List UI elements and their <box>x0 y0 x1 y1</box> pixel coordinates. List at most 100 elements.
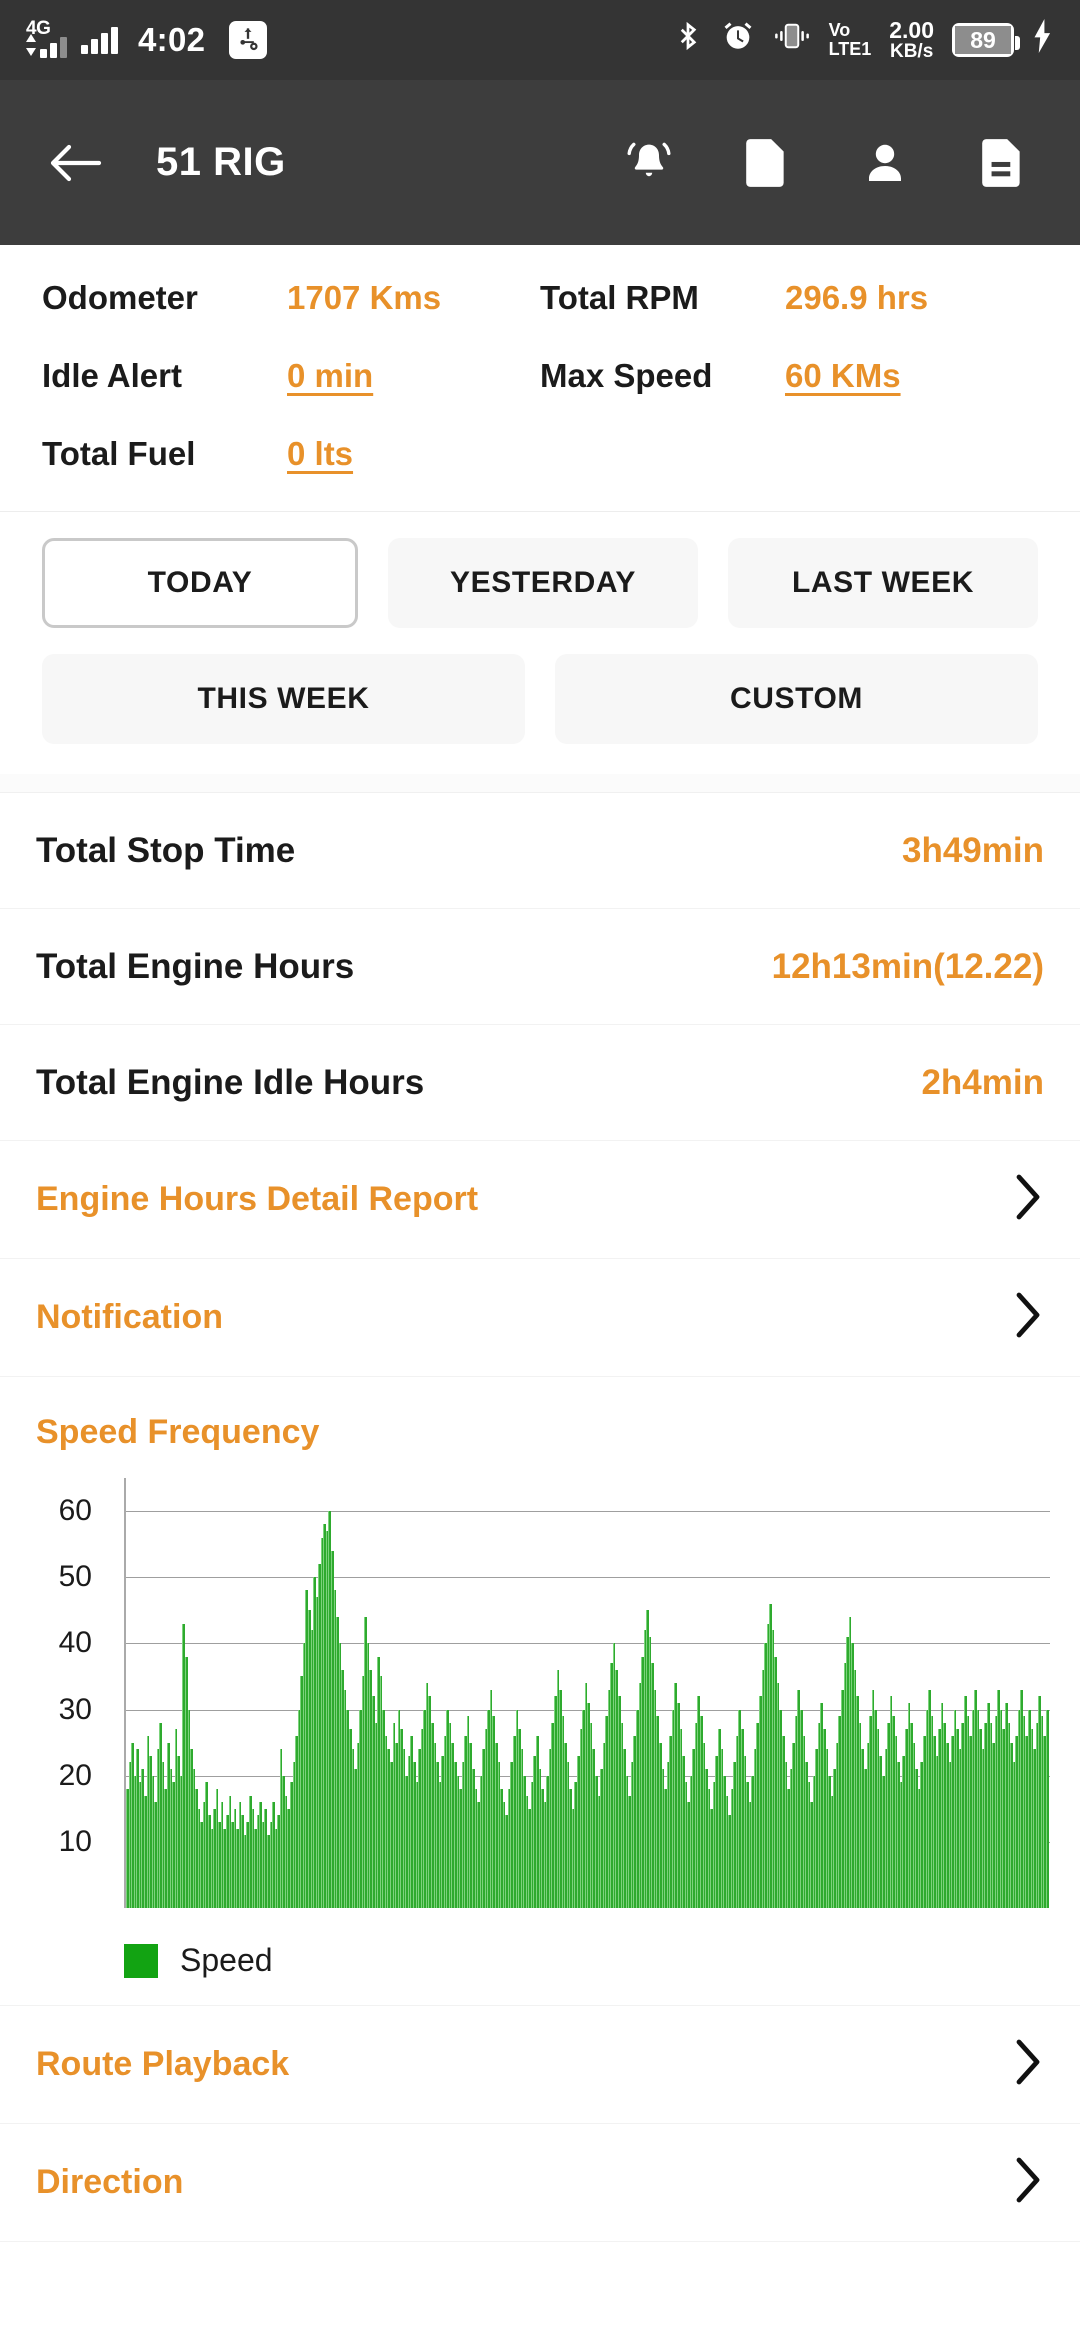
summary-label: Total Stop Time <box>36 830 296 870</box>
stat-value: 1707 Kms <box>287 279 442 316</box>
stat-max-speed[interactable]: Max Speed 60 KMs <box>540 357 1038 395</box>
data-rate-indicator: 2.00 KB/s <box>889 17 934 62</box>
stats-row: Idle Alert 0 min Max Speed 60 KMs <box>42 357 1038 395</box>
chart-y-tick: 20 <box>58 1758 92 1792</box>
summary-value: 2h4min <box>921 1062 1044 1102</box>
chart-bar <box>1045 1709 1049 1908</box>
legend-label-speed: Speed <box>180 1942 273 1978</box>
period-button-this-week[interactable]: THIS WEEK <box>42 654 525 744</box>
back-arrow-icon[interactable] <box>38 126 112 200</box>
bluetooth-icon <box>673 18 703 62</box>
legend-swatch-speed <box>124 1943 158 1978</box>
summary-list: Total Stop Time 3h49min Total Engine Hou… <box>0 792 1080 1141</box>
vibrate-icon <box>773 21 811 59</box>
signal2-bar-2 <box>91 38 98 54</box>
period-button-today[interactable]: TODAY <box>42 538 358 628</box>
signal2-bar-3 <box>101 32 108 54</box>
chevron-right-icon <box>1014 1173 1044 1226</box>
volte-line-1: Vo <box>828 20 851 41</box>
stat-total-rpm: Total RPM 296.9 hrs <box>540 279 1038 317</box>
signal-bar-3 <box>60 37 67 58</box>
charging-bolt-icon <box>1032 19 1054 61</box>
stats-row: Total Fuel 0 lts <box>42 435 1038 473</box>
link-row-notification[interactable]: Notification <box>0 1259 1080 1377</box>
link-label: Engine Hours Detail Report <box>36 1180 479 1218</box>
cellular-signal-icon-2 <box>81 26 118 54</box>
signal2-bar-4 <box>111 26 118 54</box>
period-selector: TODAY YESTERDAY LAST WEEK THIS WEEK CUST… <box>0 512 1080 774</box>
chart-plot <box>124 1478 1050 1908</box>
summary-label: Total Engine Idle Hours <box>36 1062 425 1102</box>
document-icon[interactable] <box>736 132 798 194</box>
stat-label: Total Fuel <box>42 435 196 472</box>
summary-row-total-engine-idle-hours: Total Engine Idle Hours 2h4min <box>0 1025 1080 1141</box>
link-row-route-playback[interactable]: Route Playback <box>0 2006 1080 2124</box>
chart-y-tick: 40 <box>58 1626 92 1660</box>
chart-y-tick: 50 <box>58 1560 92 1594</box>
link-label: Notification <box>36 1298 223 1336</box>
notification-bell-icon[interactable] <box>618 132 680 194</box>
stat-value[interactable]: 0 lts <box>287 435 353 473</box>
stat-label: Odometer <box>42 279 198 316</box>
signal-bar-2 <box>50 43 57 58</box>
stat-total-fuel[interactable]: Total Fuel 0 lts <box>42 435 540 473</box>
period-button-last-week[interactable]: LAST WEEK <box>728 538 1038 628</box>
volte-line-2: LTE1 <box>828 39 872 59</box>
page-title: 51 RIG <box>156 140 286 184</box>
person-icon[interactable] <box>854 132 916 194</box>
stat-label: Idle Alert <box>42 357 182 394</box>
chart-y-tick: 10 <box>58 1824 92 1858</box>
battery-icon: 89 <box>952 23 1020 57</box>
period-row-2: THIS WEEK CUSTOM <box>42 654 1038 744</box>
chart-area: 10 20 30 40 50 60 <box>30 1478 1050 1908</box>
stat-value[interactable]: 60 KMs <box>785 357 901 395</box>
stat-odometer: Odometer 1707 Kms <box>42 279 540 317</box>
section-gap <box>0 774 1080 792</box>
chevron-right-icon <box>1014 2156 1044 2209</box>
status-bar-clock: 4:02 <box>138 21 206 58</box>
link-label: Route Playback <box>36 2045 290 2083</box>
chevron-right-icon <box>1014 1291 1044 1344</box>
cellular-signal-icon: 4G <box>26 18 67 58</box>
signal2-bar-1 <box>81 44 88 54</box>
stat-empty <box>540 435 1038 473</box>
summary-value: 12h13min(12.22) <box>771 946 1044 986</box>
period-button-yesterday[interactable]: YESTERDAY <box>388 538 698 628</box>
speed-frequency-chart-block: Speed Frequency 10 20 30 40 50 60 Speed <box>0 1377 1080 2006</box>
summary-label: Total Engine Hours <box>36 946 355 986</box>
data-rate-unit: KB/s <box>889 41 934 62</box>
stats-row: Odometer 1707 Kms Total RPM 296.9 hrs <box>42 279 1038 317</box>
link-row-direction[interactable]: Direction <box>0 2124 1080 2242</box>
data-rate-value: 2.00 <box>889 17 934 43</box>
chart-bars <box>126 1478 1050 1908</box>
battery-level-label: 89 <box>955 26 1011 54</box>
summary-row-total-stop-time: Total Stop Time 3h49min <box>0 793 1080 909</box>
app-bar-actions <box>618 132 1042 194</box>
report-document-icon[interactable] <box>972 132 1034 194</box>
chart-legend: Speed <box>0 1908 1080 1979</box>
chart-y-tick: 60 <box>58 1494 92 1528</box>
stat-value: 296.9 hrs <box>785 279 929 316</box>
summary-value: 3h49min <box>902 830 1044 870</box>
chevron-right-icon <box>1014 2038 1044 2091</box>
period-button-custom[interactable]: CUSTOM <box>555 654 1038 744</box>
summary-row-total-engine-hours: Total Engine Hours 12h13min(12.22) <box>0 909 1080 1025</box>
stat-idle-alert[interactable]: Idle Alert 0 min <box>42 357 540 395</box>
vehicle-stats-grid: Odometer 1707 Kms Total RPM 296.9 hrs Id… <box>0 245 1080 499</box>
data-arrows-icon <box>26 32 37 58</box>
usb-settings-icon <box>229 21 268 59</box>
chart-y-tick: 30 <box>58 1692 92 1726</box>
period-row-1: TODAY YESTERDAY LAST WEEK <box>42 538 1038 628</box>
stat-value[interactable]: 0 min <box>287 357 373 395</box>
link-row-engine-hours-detail-report[interactable]: Engine Hours Detail Report <box>0 1141 1080 1259</box>
status-bar: 4G 4:02 Vo LTE1 2.00 KB/s 89 <box>0 0 1080 80</box>
alarm-clock-icon <box>721 19 755 61</box>
signal-bar-1 <box>40 49 47 58</box>
status-bar-right: Vo LTE1 2.00 KB/s 89 <box>673 18 1054 62</box>
chart-title: Speed Frequency <box>36 1413 320 1451</box>
chart-y-axis: 10 20 30 40 50 60 <box>30 1478 102 1908</box>
link-label: Direction <box>36 2163 184 2201</box>
stat-label: Max Speed <box>540 357 713 394</box>
volte-icon: Vo LTE1 <box>829 21 872 59</box>
stat-label: Total RPM <box>540 279 699 316</box>
